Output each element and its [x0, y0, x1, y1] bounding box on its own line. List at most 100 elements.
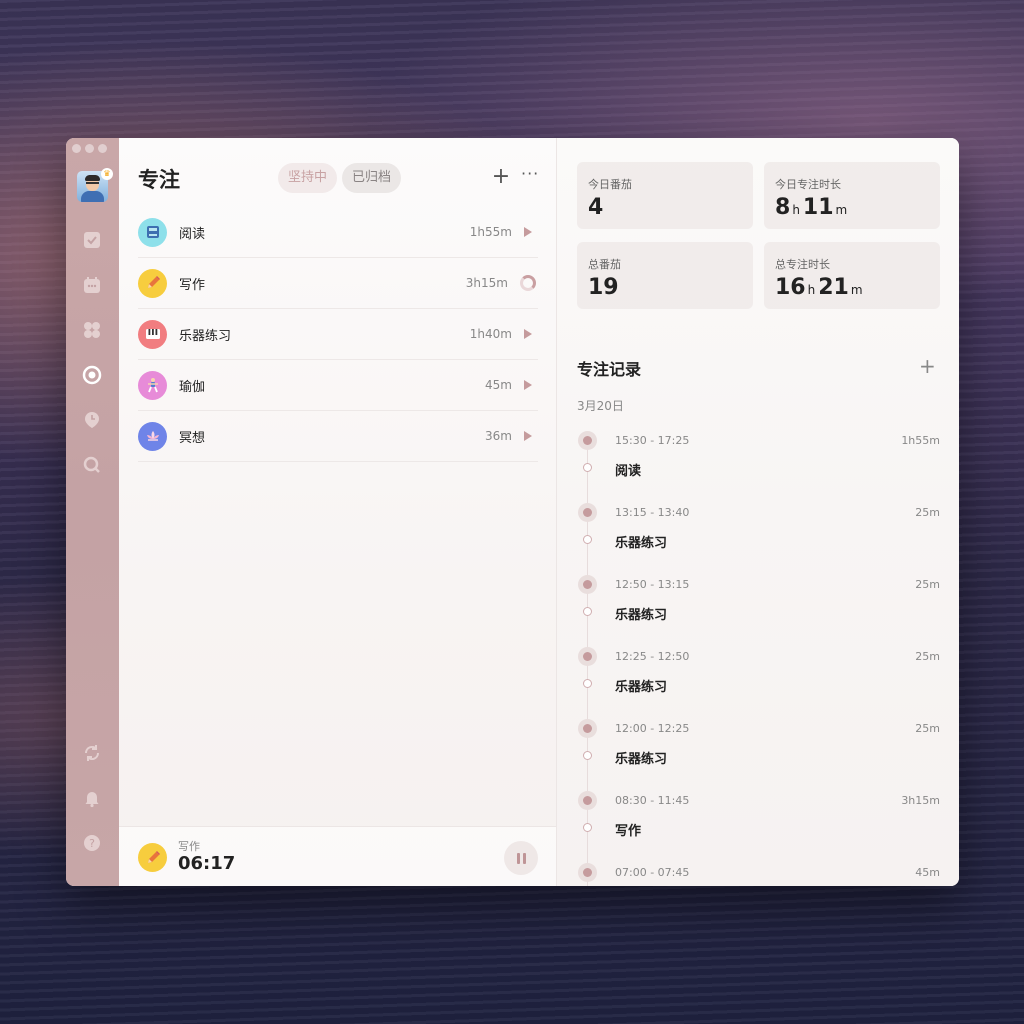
- stat-value: 4: [588, 195, 604, 220]
- task-duration: 1h55m: [469, 225, 512, 239]
- record-item[interactable]: 07:00 - 07:45 45m: [577, 862, 940, 886]
- stat-value: 8 h 11 m: [775, 195, 848, 220]
- timeline-dot: [583, 823, 592, 832]
- checkbox-icon[interactable]: [82, 230, 102, 250]
- task-name: 瑜伽: [179, 379, 206, 395]
- current-task-label: 写作: [178, 840, 200, 853]
- pencil-icon: [138, 843, 167, 872]
- record-item[interactable]: 12:50 - 13:15 25m 乐器练习: [577, 574, 940, 646]
- four-squares-icon[interactable]: [82, 320, 102, 340]
- tomato-icon: [578, 719, 597, 738]
- task-list: 阅读 1h55m 写作 3h15m 乐器练习 1h40m 瑜伽 45m 冥想 3…: [138, 207, 538, 462]
- tab-archived[interactable]: 已归档: [342, 163, 402, 193]
- help-icon[interactable]: ?: [82, 833, 102, 853]
- record-item[interactable]: 13:15 - 13:40 25m 乐器练习: [577, 502, 940, 574]
- today-pomodoro-card: 今日番茄 4: [577, 162, 753, 229]
- records-date: 3月20日: [577, 399, 624, 413]
- progress-ring-icon[interactable]: [520, 275, 536, 291]
- record-name: 写作: [615, 824, 642, 839]
- task-name: 写作: [179, 277, 206, 293]
- task-duration: 3h15m: [465, 276, 508, 290]
- play-icon[interactable]: [524, 227, 532, 237]
- svg-text:?: ?: [89, 837, 95, 850]
- record-name: 乐器练习: [615, 752, 668, 767]
- task-duration: 36m: [485, 429, 512, 443]
- focus-list-pane: 专注 坚持中 已归档 + ··· 阅读 1h55m 写作 3h15m 乐器练习 …: [119, 138, 557, 886]
- task-duration: 1h40m: [469, 327, 512, 341]
- pause-button[interactable]: [504, 841, 538, 875]
- record-time: 12:00 - 12:25: [615, 722, 690, 735]
- total-focus-card: 总专注时长 16 h 21 m: [764, 242, 940, 309]
- stat-label: 总专注时长: [775, 258, 830, 271]
- play-icon[interactable]: [524, 431, 532, 441]
- book-icon: [138, 217, 167, 247]
- record-item[interactable]: 08:30 - 11:45 3h15m 写作: [577, 790, 940, 862]
- timer-icon: [578, 431, 597, 450]
- timeline-dot: [583, 607, 592, 616]
- list-item[interactable]: 乐器练习 1h40m: [138, 309, 538, 360]
- record-time: 13:15 - 13:40: [615, 506, 690, 519]
- record-time: 15:30 - 17:25: [615, 434, 690, 447]
- statistics-pane: 今日番茄 4 今日专注时长 8 h 11 m 总番茄 19 总专注时长 16 h 21 m …: [557, 138, 959, 886]
- records-title: 专注记录: [577, 360, 642, 379]
- record-time: 12:50 - 13:15: [615, 578, 690, 591]
- record-duration: 25m: [915, 722, 940, 735]
- record-name: 乐器练习: [615, 680, 668, 695]
- calendar-icon[interactable]: [82, 275, 102, 295]
- bell-icon[interactable]: [82, 788, 102, 808]
- task-duration: 45m: [485, 378, 512, 392]
- list-item[interactable]: 写作 3h15m: [138, 258, 538, 309]
- minimize-window-button[interactable]: [85, 144, 94, 153]
- timeline-dot: [583, 535, 592, 544]
- play-icon[interactable]: [524, 329, 532, 339]
- pause-icon: [516, 852, 520, 864]
- more-menu-button[interactable]: ···: [521, 164, 539, 183]
- lotus-icon: [138, 421, 167, 451]
- list-item[interactable]: 冥想 36m: [138, 411, 538, 462]
- current-timer-bar[interactable]: 写作 06:17: [119, 826, 556, 886]
- zoom-window-button[interactable]: [98, 144, 107, 153]
- today-focus-card: 今日专注时长 8 h 11 m: [764, 162, 940, 229]
- tab-ongoing[interactable]: 坚持中: [278, 163, 338, 193]
- add-task-button[interactable]: +: [491, 166, 511, 188]
- record-time: 07:00 - 07:45: [615, 866, 690, 879]
- focus-icon[interactable]: [82, 365, 102, 385]
- piano-icon: [138, 319, 167, 349]
- timer-icon: [578, 863, 597, 882]
- record-duration: 25m: [915, 506, 940, 519]
- stat-value: 19: [588, 275, 619, 300]
- close-window-button[interactable]: [72, 144, 81, 153]
- record-time: 08:30 - 11:45: [615, 794, 690, 807]
- record-duration: 1h55m: [901, 434, 940, 447]
- tomato-icon: [578, 575, 597, 594]
- timeline-dot: [583, 463, 592, 472]
- crown-icon: ♛: [101, 168, 113, 180]
- add-record-button[interactable]: +: [919, 354, 936, 378]
- record-name: 乐器练习: [615, 608, 668, 623]
- record-item[interactable]: 12:00 - 12:25 25m 乐器练习: [577, 718, 940, 790]
- pin-clock-icon[interactable]: [82, 410, 102, 430]
- task-name: 冥想: [179, 430, 206, 446]
- record-item[interactable]: 12:25 - 12:50 25m 乐器练习: [577, 646, 940, 718]
- tomato-icon: [578, 647, 597, 666]
- stat-label: 今日番茄: [588, 178, 632, 191]
- record-name: 阅读: [615, 464, 642, 479]
- record-duration: 45m: [915, 866, 940, 879]
- list-item[interactable]: 瑜伽 45m: [138, 360, 538, 411]
- stat-value: 16 h 21 m: [775, 275, 863, 300]
- stat-label: 今日专注时长: [775, 178, 841, 191]
- list-item[interactable]: 阅读 1h55m: [138, 207, 538, 258]
- tomato-icon: [578, 503, 597, 522]
- yoga-icon: [138, 370, 167, 400]
- page-title: 专注: [138, 168, 180, 192]
- record-duration: 25m: [915, 578, 940, 591]
- play-icon[interactable]: [524, 380, 532, 390]
- sync-icon[interactable]: [82, 743, 102, 763]
- records-timeline: 15:30 - 17:25 1h55m 阅读 13:15 - 13:40 25m…: [577, 430, 940, 886]
- record-item[interactable]: 15:30 - 17:25 1h55m 阅读: [577, 430, 940, 502]
- record-duration: 3h15m: [901, 794, 940, 807]
- task-name: 阅读: [179, 226, 206, 242]
- search-icon[interactable]: [82, 455, 102, 475]
- pencil-icon: [138, 268, 167, 298]
- timeline-dot: [583, 751, 592, 760]
